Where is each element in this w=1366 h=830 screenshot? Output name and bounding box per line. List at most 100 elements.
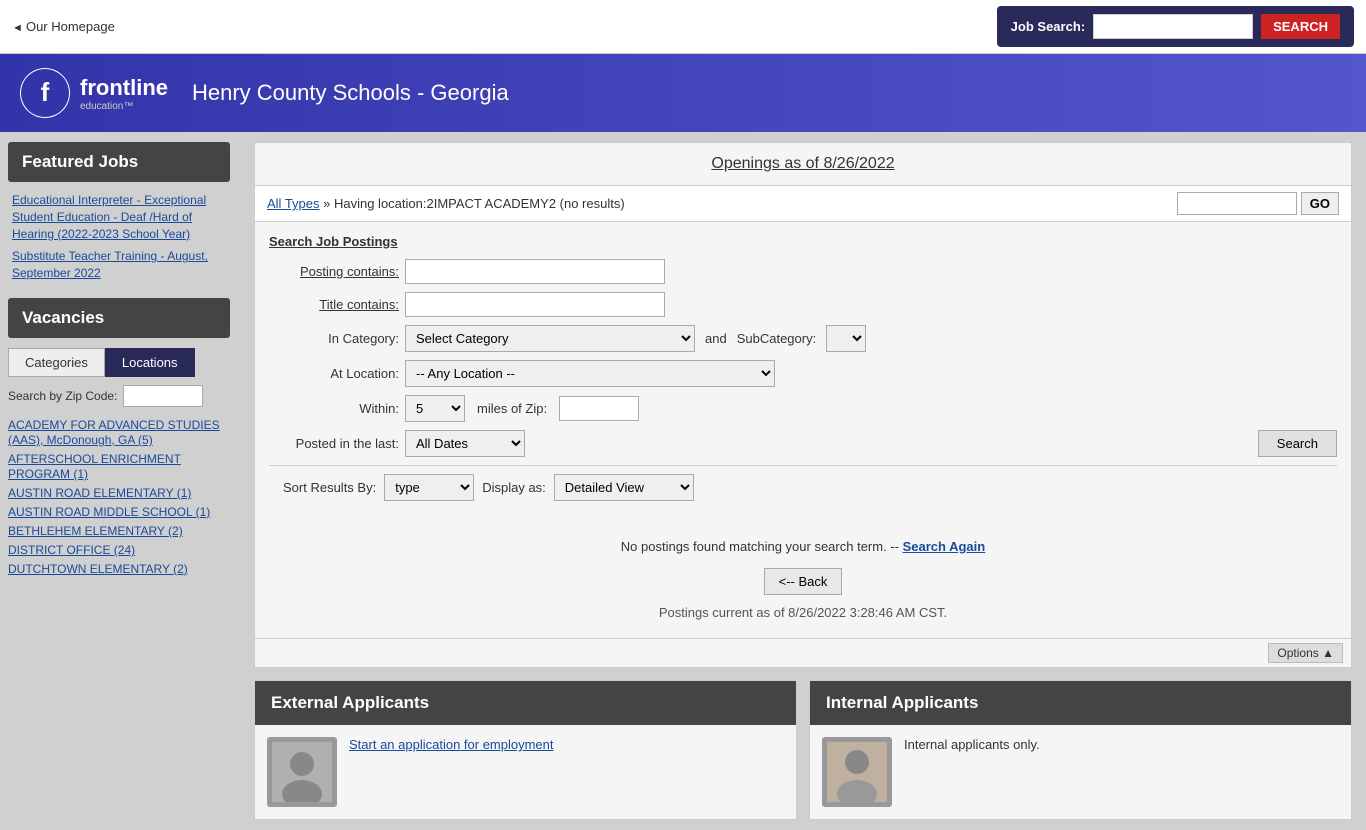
sort-label: Sort Results By: — [283, 480, 376, 495]
location-list: ACADEMY FOR ADVANCED STUDIES (AAS), McDo… — [8, 417, 230, 576]
header-title: Henry County Schools - Georgia — [192, 80, 509, 106]
at-location-label: At Location: — [269, 366, 399, 381]
search-button[interactable]: Search — [1258, 430, 1337, 457]
job-search-label: Job Search: — [1011, 19, 1085, 34]
job-search-input[interactable] — [1093, 14, 1253, 39]
no-results-area: No postings found matching your search t… — [255, 521, 1351, 638]
zip-search-input[interactable] — [123, 385, 203, 407]
posting-contains-row: Posting contains: — [269, 259, 1337, 284]
location-select[interactable]: -- Any Location -- — [405, 360, 775, 387]
posting-contains-input[interactable] — [405, 259, 665, 284]
svg-text:f: f — [41, 77, 50, 107]
breadcrumb-text: » Having location:2IMPACT ACADEMY2 (no r… — [323, 196, 625, 211]
go-input-row: GO — [1177, 192, 1339, 215]
external-applicants-panel: External Applicants Start an application… — [254, 680, 797, 820]
start-application-link[interactable]: Start an application for employment — [349, 737, 554, 752]
within-label: Within: — [269, 401, 399, 416]
list-item: DUTCHTOWN ELEMENTARY (2) — [8, 561, 230, 576]
page-layout: Featured Jobs Educational Interpreter - … — [0, 132, 1366, 830]
brand-name: frontline — [80, 75, 168, 101]
brand-sub: education™ — [80, 101, 168, 112]
featured-jobs-list: Educational Interpreter - Exceptional St… — [8, 192, 230, 282]
zip-search-label: Search by Zip Code: — [8, 389, 117, 403]
external-applicant-avatar — [267, 737, 337, 807]
category-select[interactable]: Select Category — [405, 325, 695, 352]
display-select[interactable]: Detailed View — [554, 474, 694, 501]
back-button[interactable]: <-- Back — [764, 568, 843, 595]
vacancies-title: Vacancies — [8, 298, 230, 338]
featured-job-link-1[interactable]: Educational Interpreter - Exceptional St… — [12, 193, 206, 241]
location-link-3[interactable]: AUSTIN ROAD ELEMENTARY (1) — [8, 486, 191, 500]
job-search-button[interactable]: SEARCH — [1261, 14, 1340, 39]
display-label: Display as: — [482, 480, 546, 495]
list-item: AUSTIN ROAD ELEMENTARY (1) — [8, 485, 230, 500]
location-link-2[interactable]: AFTERSCHOOL ENRICHMENT PROGRAM (1) — [8, 452, 181, 481]
internal-applicants-title: Internal Applicants — [810, 681, 1351, 725]
location-row: At Location: -- Any Location -- — [269, 360, 1337, 387]
location-link-7[interactable]: DUTCHTOWN ELEMENTARY (2) — [8, 562, 188, 576]
search-form-area: Search Job Postings Posting contains: Ti… — [255, 222, 1351, 521]
applicants-section: External Applicants Start an application… — [254, 680, 1352, 820]
location-link-1[interactable]: ACADEMY FOR ADVANCED STUDIES (AAS), McDo… — [8, 418, 220, 447]
options-button[interactable]: Options ▲ — [1268, 643, 1343, 663]
breadcrumb-row: All Types » Having location:2IMPACT ACAD… — [255, 186, 1351, 222]
list-item: ACADEMY FOR ADVANCED STUDIES (AAS), McDo… — [8, 417, 230, 447]
no-results-message: No postings found matching your search t… — [269, 539, 1337, 554]
results-panel: Openings as of 8/26/2022 All Types » Hav… — [254, 142, 1352, 668]
list-item: Substitute Teacher Training - August, Se… — [12, 248, 226, 282]
internal-applicant-text: Internal applicants only. — [904, 737, 1040, 752]
sidebar-tabs: Categories Locations — [8, 348, 230, 377]
category-row: In Category: Select Category and SubCate… — [269, 325, 1337, 352]
featured-job-link-2[interactable]: Substitute Teacher Training - August, Se… — [12, 249, 208, 280]
breadcrumb: All Types » Having location:2IMPACT ACAD… — [267, 196, 625, 211]
go-input[interactable] — [1177, 192, 1297, 215]
external-applicants-body: Start an application for employment — [255, 725, 796, 819]
logo-text: frontline education™ — [80, 75, 168, 112]
title-contains-label: Title contains: — [269, 297, 399, 312]
results-title: Openings as of 8/26/2022 — [711, 155, 894, 172]
within-row: Within: 5 miles of Zip: — [269, 395, 1337, 422]
go-button[interactable]: GO — [1301, 192, 1339, 215]
external-applicant-text: Start an application for employment — [349, 737, 554, 752]
posted-row: Posted in the last: All Dates Search — [269, 430, 1337, 457]
subcategory-label: SubCategory: — [737, 331, 817, 346]
location-link-4[interactable]: AUSTIN ROAD MIDDLE SCHOOL (1) — [8, 505, 210, 519]
job-search-bar: Job Search: SEARCH — [997, 6, 1354, 47]
location-link-5[interactable]: BETHLEHEM ELEMENTARY (2) — [8, 524, 183, 538]
list-item: BETHLEHEM ELEMENTARY (2) — [8, 523, 230, 538]
internal-applicants-body: Internal applicants only. — [810, 725, 1351, 819]
posting-contains-label: Posting contains: — [269, 264, 399, 279]
frontline-logo-icon: f — [20, 68, 70, 118]
list-item: AUSTIN ROAD MIDDLE SCHOOL (1) — [8, 504, 230, 519]
sort-select[interactable]: type — [384, 474, 474, 501]
external-applicants-title: External Applicants — [255, 681, 796, 725]
sidebar: Featured Jobs Educational Interpreter - … — [0, 132, 240, 830]
featured-jobs-title: Featured Jobs — [8, 142, 230, 182]
postings-current: Postings current as of 8/26/2022 3:28:46… — [659, 605, 947, 620]
list-item: DISTRICT OFFICE (24) — [8, 542, 230, 557]
top-bar: Our Homepage Job Search: SEARCH — [0, 0, 1366, 54]
tab-locations[interactable]: Locations — [105, 348, 195, 377]
homepage-link[interactable]: Our Homepage — [12, 19, 115, 34]
sort-row: Sort Results By: type Display as: Detail… — [269, 465, 1337, 509]
zip-input[interactable] — [559, 396, 639, 421]
search-form-title[interactable]: Search Job Postings — [269, 234, 1337, 249]
search-again-link[interactable]: Search Again — [903, 539, 986, 554]
main-content: Openings as of 8/26/2022 All Types » Hav… — [240, 132, 1366, 830]
list-item: Educational Interpreter - Exceptional St… — [12, 192, 226, 242]
internal-applicants-panel: Internal Applicants Internal applicants … — [809, 680, 1352, 820]
title-contains-input[interactable] — [405, 292, 665, 317]
options-row: Options ▲ — [255, 638, 1351, 667]
list-item: AFTERSCHOOL ENRICHMENT PROGRAM (1) — [8, 451, 230, 481]
logo-container: f frontline education™ — [20, 68, 168, 118]
dates-select[interactable]: All Dates — [405, 430, 525, 457]
all-types-link[interactable]: All Types — [267, 196, 320, 211]
site-header: f frontline education™ Henry County Scho… — [0, 54, 1366, 132]
and-text: and — [705, 331, 727, 346]
location-link-6[interactable]: DISTRICT OFFICE (24) — [8, 543, 135, 557]
tab-categories[interactable]: Categories — [8, 348, 105, 377]
subcategory-select[interactable] — [826, 325, 866, 352]
within-select[interactable]: 5 — [405, 395, 465, 422]
posted-label: Posted in the last: — [269, 436, 399, 451]
internal-applicant-avatar — [822, 737, 892, 807]
